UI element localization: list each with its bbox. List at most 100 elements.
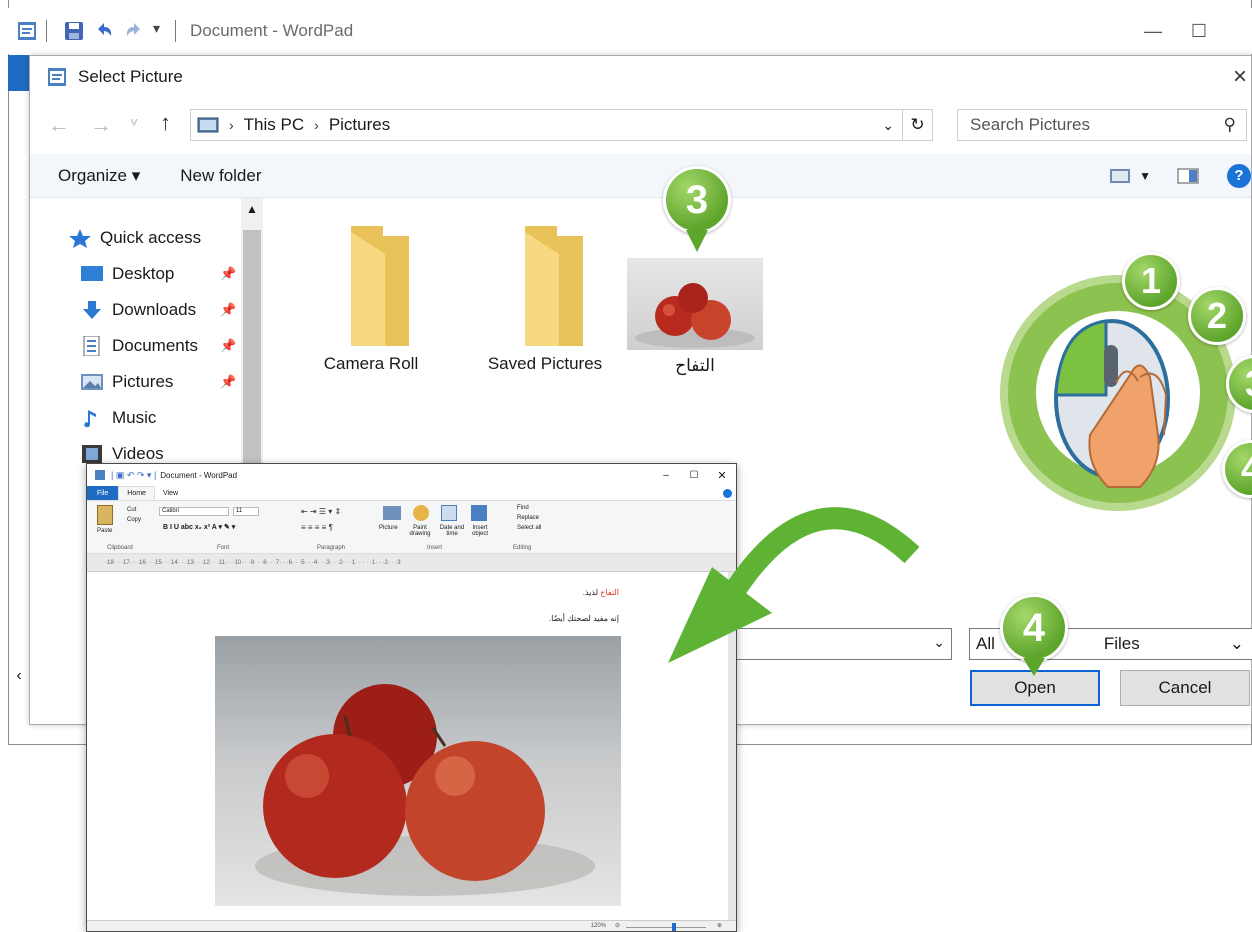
scroll-up-icon[interactable]: ▲ bbox=[246, 202, 258, 216]
replace-button[interactable]: Replace bbox=[517, 515, 539, 521]
document-page[interactable]: التفاح لذيذ. إنه مفيد لصحتك أيضًا. bbox=[103, 572, 723, 920]
cancel-button[interactable]: Cancel bbox=[1120, 670, 1250, 706]
insert-picture-button[interactable]: Picture bbox=[379, 525, 398, 531]
maximize-button[interactable]: ☐ bbox=[1176, 21, 1222, 42]
inner-close-button[interactable]: ✕ bbox=[708, 469, 736, 482]
select-all-button[interactable]: Select all bbox=[517, 525, 541, 531]
back-arrow-icon[interactable]: ← bbox=[48, 112, 70, 138]
cut-button[interactable]: Cut bbox=[127, 507, 136, 513]
paragraph-icons[interactable]: ⇤ ⇥ ☰ ▾ ⇕ bbox=[301, 507, 341, 516]
title-separator bbox=[175, 20, 176, 42]
refresh-button[interactable]: ↻ bbox=[903, 109, 933, 141]
inner-maximize-button[interactable]: ☐ bbox=[680, 470, 708, 481]
inner-qat-icons: | ▣ ↶ ↷ ▾ | bbox=[111, 469, 157, 480]
tab-home[interactable]: Home bbox=[118, 486, 155, 500]
dialog-close-button[interactable]: × bbox=[1233, 63, 1247, 91]
inner-app-icon bbox=[95, 470, 105, 480]
tab-view[interactable]: View bbox=[155, 490, 186, 497]
wordpad-left-scroll-arrow[interactable]: ‹ bbox=[8, 663, 30, 689]
file-item-saved-pictures[interactable]: Saved Pictures bbox=[470, 226, 620, 374]
step-3-pointer bbox=[686, 230, 708, 252]
sidebar-label: Downloads bbox=[112, 300, 197, 319]
group-paragraph: Paragraph bbox=[317, 545, 346, 551]
pin-icon[interactable]: 📌 bbox=[220, 374, 236, 390]
qat-dropdown-icon[interactable]: ▾ bbox=[153, 20, 167, 42]
zoom-in-icon[interactable]: ⊕ bbox=[717, 922, 722, 929]
calendar-icon[interactable] bbox=[441, 505, 457, 521]
preview-pane-icon[interactable] bbox=[1177, 168, 1199, 184]
find-button[interactable]: Find bbox=[517, 505, 529, 511]
document-line-1: التفاح لذيذ. bbox=[583, 588, 619, 597]
save-icon[interactable] bbox=[63, 20, 85, 42]
organize-button[interactable]: Organize ▾ bbox=[58, 166, 140, 186]
recent-dropdown-icon[interactable]: ˅ bbox=[130, 114, 138, 130]
new-folder-button[interactable]: New folder bbox=[180, 166, 261, 186]
view-options-icon[interactable] bbox=[1109, 168, 1131, 184]
download-arrow-icon bbox=[80, 300, 104, 320]
filter-label-right: Files bbox=[1103, 634, 1140, 653]
sidebar-item-pictures[interactable]: Pictures bbox=[80, 368, 173, 396]
file-name: Camera Roll bbox=[323, 354, 419, 373]
filename-dropdown-icon[interactable]: ⌄ bbox=[933, 634, 945, 651]
align-icons[interactable]: ≡ ≡ ≡ ≡ ¶ bbox=[301, 523, 333, 532]
font-size-select[interactable]: 11 bbox=[233, 507, 259, 516]
sidebar-item-downloads[interactable]: Downloads bbox=[80, 296, 196, 324]
step-badge-1: 1 bbox=[1122, 252, 1180, 310]
ruler[interactable]: ·18· · ·17· · ·16· · ·15· · ·14· · ·13· … bbox=[87, 554, 736, 572]
forward-arrow-icon[interactable]: → bbox=[90, 112, 112, 138]
undo-icon[interactable] bbox=[93, 20, 115, 42]
address-bar[interactable]: › This PC › Pictures ⌄ bbox=[190, 109, 903, 141]
group-clipboard: Clipboard bbox=[107, 545, 133, 551]
folder-icon bbox=[333, 226, 409, 346]
file-item-apple-image[interactable]: التفاح bbox=[627, 258, 763, 376]
pin-icon[interactable]: 📌 bbox=[220, 302, 236, 318]
zoom-slider-thumb[interactable] bbox=[672, 923, 676, 931]
tab-file[interactable]: File bbox=[87, 486, 119, 500]
insert-object-icon[interactable] bbox=[471, 505, 487, 521]
navigation-bar: ← → ˅ ↑ › This PC › Pictures ⌄ ↻ Search … bbox=[30, 98, 1251, 154]
help-icon[interactable]: ? bbox=[1227, 163, 1251, 188]
filter-dropdown-icon[interactable]: ⌄ bbox=[1230, 634, 1244, 654]
sidebar-item-documents[interactable]: Documents bbox=[80, 332, 198, 360]
sidebar-item-quick-access[interactable]: Quick access bbox=[68, 224, 201, 252]
inner-titlebar: | ▣ ↶ ↷ ▾ | Document - WordPad – ☐ ✕ bbox=[87, 464, 736, 486]
file-item-camera-roll[interactable]: Camera Roll bbox=[306, 226, 436, 374]
insert-object-button[interactable]: Insert object bbox=[469, 525, 491, 537]
zoom-slider[interactable] bbox=[626, 927, 706, 928]
zoom-out-icon[interactable]: ⊖ bbox=[615, 922, 620, 929]
breadcrumb-pictures[interactable]: Pictures bbox=[329, 115, 390, 135]
paint-icon[interactable] bbox=[413, 505, 429, 521]
paint-drawing-button[interactable]: Paint drawing bbox=[405, 525, 435, 537]
sidebar-label: Documents bbox=[112, 336, 198, 355]
sidebar-item-music[interactable]: Music bbox=[80, 404, 156, 432]
up-arrow-icon[interactable]: ↑ bbox=[160, 110, 171, 136]
paste-icon[interactable] bbox=[97, 505, 113, 525]
search-input[interactable]: Search Pictures ⚲ bbox=[957, 109, 1247, 141]
pictures-icon bbox=[80, 372, 104, 392]
font-format-icons[interactable]: B I U abc x₂ x² A ▾ ✎ ▾ bbox=[163, 523, 235, 531]
group-insert: Insert bbox=[427, 545, 443, 551]
minimize-button[interactable]: — bbox=[1130, 21, 1176, 42]
pin-icon[interactable]: 📌 bbox=[220, 338, 236, 354]
view-dropdown-icon[interactable]: ▼ bbox=[1139, 169, 1151, 183]
date-time-button[interactable]: Date and time bbox=[437, 525, 467, 537]
sidebar-label: Music bbox=[112, 408, 157, 427]
copy-button[interactable]: Copy bbox=[127, 517, 141, 523]
document-apple-image[interactable] bbox=[215, 636, 621, 906]
file-name: Saved Pictures bbox=[487, 354, 603, 373]
address-dropdown-icon[interactable]: ⌄ bbox=[882, 117, 894, 134]
pin-icon[interactable]: 📌 bbox=[220, 266, 236, 282]
paste-button[interactable]: Paste bbox=[97, 528, 112, 534]
redo-icon[interactable] bbox=[123, 20, 145, 42]
inner-statusbar: 120% ⊖ ⊕ bbox=[87, 920, 736, 931]
music-note-icon bbox=[80, 408, 104, 428]
window-title: Document - WordPad bbox=[190, 21, 354, 40]
zoom-level: 120% bbox=[590, 923, 606, 929]
wordpad-app-icon bbox=[16, 20, 38, 42]
breadcrumb-this-pc[interactable]: This PC bbox=[244, 115, 304, 135]
font-name-select[interactable]: Calibri bbox=[159, 507, 229, 516]
picture-icon[interactable] bbox=[383, 506, 401, 520]
sidebar-item-desktop[interactable]: Desktop bbox=[80, 260, 174, 288]
inner-minimize-button[interactable]: – bbox=[652, 470, 680, 481]
scrollbar-thumb[interactable] bbox=[243, 230, 261, 470]
